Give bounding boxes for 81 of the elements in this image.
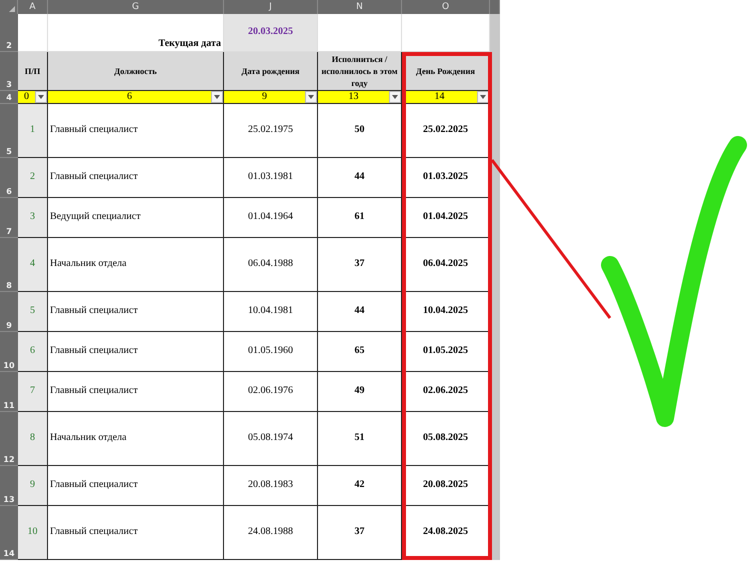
filter-dropdown-button[interactable] bbox=[305, 91, 317, 103]
table-cell: Начальник отдела bbox=[48, 412, 224, 466]
table-cell: 01.04.1964 bbox=[224, 198, 318, 238]
table-cell: 42 bbox=[318, 466, 402, 506]
table-cell: 2 bbox=[18, 158, 48, 198]
dropdown-caret-icon bbox=[38, 95, 44, 99]
table-cell: Главный специалист bbox=[48, 466, 224, 506]
row-header[interactable]: 6 bbox=[0, 158, 18, 198]
table-cell: 51 bbox=[318, 412, 402, 466]
table-cell: 65 bbox=[318, 332, 402, 372]
filter-value: 6 bbox=[126, 92, 133, 102]
date-label: Текущая дата bbox=[48, 14, 224, 52]
table-cell: Главный специалист bbox=[48, 506, 224, 560]
filter-value: 9 bbox=[261, 92, 268, 102]
filter-value: 14 bbox=[434, 92, 446, 102]
row-header[interactable]: 4 bbox=[0, 91, 18, 104]
column-header[interactable]: J bbox=[224, 0, 318, 14]
dropdown-caret-icon bbox=[392, 95, 398, 99]
column-heading: Дата рождения bbox=[224, 52, 318, 91]
table-cell: Главный специалист bbox=[48, 372, 224, 412]
dropdown-caret-icon bbox=[480, 95, 486, 99]
table-cell: 02.06.1976 bbox=[224, 372, 318, 412]
filter-value: 0 bbox=[23, 92, 30, 102]
row-header[interactable]: 3 bbox=[0, 52, 18, 91]
table-cell: 44 bbox=[318, 158, 402, 198]
dropdown-caret-icon bbox=[214, 95, 220, 99]
table-cell: 01.03.1981 bbox=[224, 158, 318, 198]
column-header[interactable]: N bbox=[318, 0, 402, 14]
filter-dropdown-button[interactable] bbox=[211, 91, 223, 103]
row-header[interactable]: 2 bbox=[0, 14, 18, 52]
table-cell: 50 bbox=[318, 104, 402, 158]
table-cell: 25.02.1975 bbox=[224, 104, 318, 158]
column-header[interactable]: G bbox=[48, 0, 224, 14]
table-cell: 37 bbox=[318, 238, 402, 292]
row-header[interactable]: 12 bbox=[0, 412, 18, 466]
table-cell: 49 bbox=[318, 372, 402, 412]
current-date-value: 20.03.2025 bbox=[224, 14, 318, 52]
table-cell: Главный специалист bbox=[48, 292, 224, 332]
table-cell: Главный специалист bbox=[48, 104, 224, 158]
column-header[interactable]: A bbox=[18, 0, 48, 14]
row-header[interactable]: 10 bbox=[0, 332, 18, 372]
row-header[interactable]: 11 bbox=[0, 372, 18, 412]
table-cell: 4 bbox=[18, 238, 48, 292]
table-cell: 8 bbox=[18, 412, 48, 466]
table-cell: 5 bbox=[18, 292, 48, 332]
column-heading: П/П bbox=[18, 52, 48, 91]
filter-dropdown-button[interactable] bbox=[35, 91, 47, 103]
dropdown-caret-icon bbox=[308, 95, 314, 99]
select-all-corner[interactable] bbox=[0, 0, 18, 14]
table-cell: Главный специалист bbox=[48, 158, 224, 198]
table-cell: 1 bbox=[18, 104, 48, 158]
table-cell: Главный специалист bbox=[48, 332, 224, 372]
table-cell: 37 bbox=[318, 506, 402, 560]
row-header[interactable]: 9 bbox=[0, 292, 18, 332]
corner-triangle-icon bbox=[9, 6, 15, 12]
row-header[interactable]: 14 bbox=[0, 506, 18, 560]
row-header[interactable]: 5 bbox=[0, 104, 18, 158]
column-header[interactable]: O bbox=[402, 0, 490, 14]
table-cell: 6 bbox=[18, 332, 48, 372]
table-cell: 9 bbox=[18, 466, 48, 506]
table-cell: 61 bbox=[318, 198, 402, 238]
table-cell: 10.04.1981 bbox=[224, 292, 318, 332]
table-cell: 3 bbox=[18, 198, 48, 238]
filter-dropdown-button[interactable] bbox=[389, 91, 401, 103]
filter-dropdown-button[interactable] bbox=[477, 91, 489, 103]
column-heading: Должность bbox=[48, 52, 224, 91]
table-cell: 06.04.1988 bbox=[224, 238, 318, 292]
table-cell: 24.08.1988 bbox=[224, 506, 318, 560]
row-header[interactable]: 7 bbox=[0, 198, 18, 238]
row-header[interactable]: 13 bbox=[0, 466, 18, 506]
filter-value: 13 bbox=[348, 92, 360, 102]
table-cell: Ведущий специалист bbox=[48, 198, 224, 238]
table-cell: 44 bbox=[318, 292, 402, 332]
table-cell: 01.05.1960 bbox=[224, 332, 318, 372]
row-header[interactable]: 8 bbox=[0, 238, 18, 292]
table-cell: Начальник отдела bbox=[48, 238, 224, 292]
table-cell: 20.08.1983 bbox=[224, 466, 318, 506]
table-cell: 7 bbox=[18, 372, 48, 412]
column-heading: Исполниться / исполнилось в этом году bbox=[318, 52, 402, 91]
table-cell: 05.08.1974 bbox=[224, 412, 318, 466]
table-cell: 10 bbox=[18, 506, 48, 560]
